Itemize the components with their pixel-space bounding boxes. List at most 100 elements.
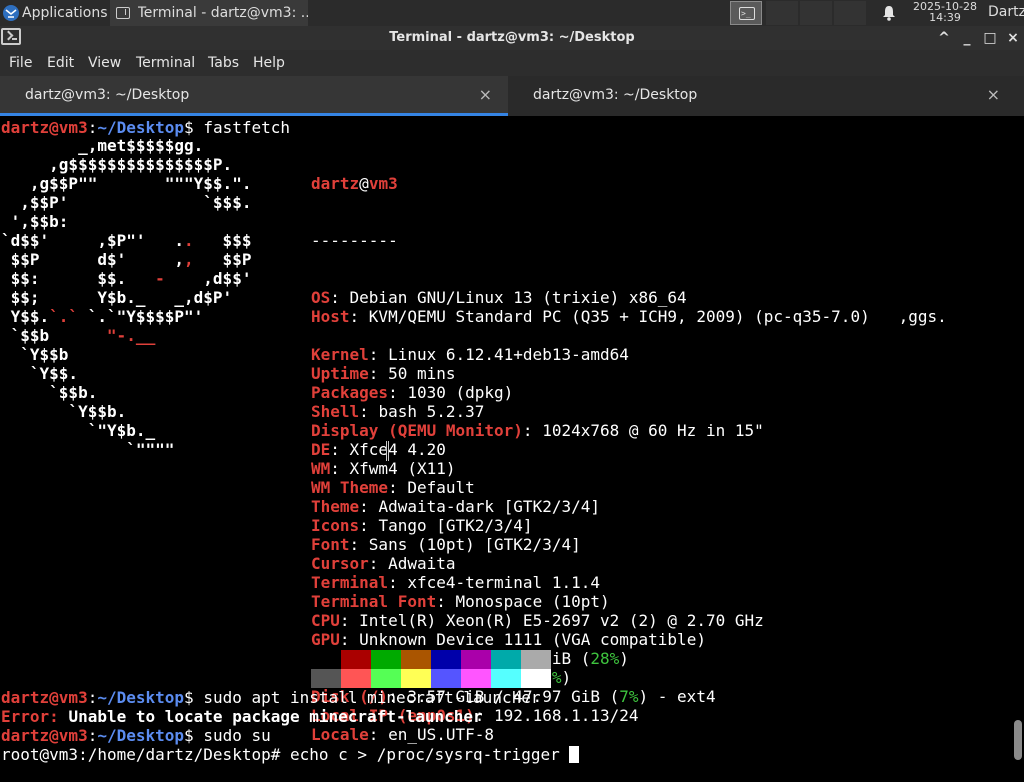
info-row: WM Theme: Default xyxy=(311,478,475,497)
info-value: xfce4-terminal 1.1.4 xyxy=(407,573,600,592)
user-menu[interactable]: Dartz xyxy=(988,4,1024,20)
info-key: Packages xyxy=(311,383,389,402)
info-separator: --------- xyxy=(311,231,398,250)
info-row: Packages: 1030 (dpkg) xyxy=(311,383,514,402)
info-percent: 28% xyxy=(590,649,620,668)
info-key: Host xyxy=(311,307,350,326)
info-key: CPU xyxy=(311,611,340,630)
info-value: Xfce4 4.20 xyxy=(349,440,446,459)
palette-swatch xyxy=(311,650,341,669)
notification-bell-icon[interactable] xyxy=(880,4,898,22)
prompt-line: dartz@vm3:~/Desktop$ sudo apt install mi… xyxy=(1,688,541,707)
logo-line: `d$$' ,$P"' . $$$ xyxy=(1,231,252,250)
info-key: WM Theme xyxy=(311,478,389,497)
taskbar-terminal-button[interactable]: Terminal - dartz@vm3: ... xyxy=(110,0,308,26)
logo-line: `$$b. xyxy=(1,383,98,402)
info-row: Kernel: Linux 6.12.41+deb13-amd64 xyxy=(311,345,629,364)
info-value: Unknown Device 1111 (VGA compatible) xyxy=(359,630,706,649)
scrollbar-thumb[interactable] xyxy=(1014,720,1022,760)
taskbar-terminal-label: Terminal - dartz@vm3: ... xyxy=(137,5,308,21)
logo-accent: - xyxy=(155,269,165,288)
menu-edit[interactable]: Edit xyxy=(47,55,74,71)
workspace-2[interactable] xyxy=(766,1,798,25)
workspace-4[interactable] xyxy=(834,1,866,25)
applications-menu[interactable]: Applications xyxy=(0,0,108,26)
logo-line: ,g$$P"" """Y$$.". xyxy=(1,174,252,193)
info-value: bash 5.2.37 xyxy=(378,402,485,421)
info-row: CPU: Intel(R) Xeon(R) E5-2697 v2 (2) @ 2… xyxy=(311,611,764,630)
clock[interactable]: 2025-10-28 14:39 xyxy=(908,1,982,23)
info-value: Adwaita-dark [GTK2/3/4] xyxy=(378,497,600,516)
menu-bar: File Edit View Terminal Tabs Help xyxy=(0,50,1024,76)
workspace-3[interactable] xyxy=(800,1,832,25)
menu-terminal[interactable]: Terminal xyxy=(136,55,195,71)
logo-accent: "-.__ xyxy=(106,326,156,345)
info-row: Font: Sans (10pt) [GTK2/3/4] xyxy=(311,535,581,554)
menu-tabs[interactable]: Tabs xyxy=(208,55,239,71)
palette-swatch xyxy=(311,669,341,688)
palette-swatch xyxy=(461,650,491,669)
window-titlebar[interactable]: Terminal - dartz@vm3: ~/Desktop ^ _ □ × xyxy=(0,26,1024,50)
logo-line: ',$$b: xyxy=(1,212,69,231)
info-row: DE: Xfce4 4.20 xyxy=(311,440,446,459)
info-row: OS: Debian GNU/Linux 13 (trixie) x86_64 xyxy=(311,288,687,307)
clock-time: 14:39 xyxy=(929,11,961,24)
text-cursor xyxy=(569,746,580,763)
logo-line: $$: $$. - ,d$$' xyxy=(1,269,252,288)
palette-swatch xyxy=(491,669,521,688)
debian-ascii-logo: _,met$$$$$gg. ,g$$$$$$$$$$$$$$$P. ,g$$P"… xyxy=(1,136,251,459)
workspace-1[interactable]: >_ xyxy=(730,1,762,25)
info-row: Host: KVM/QEMU Standard PC (Q35 + ICH9, … xyxy=(311,307,947,326)
info-key: Icons xyxy=(311,516,360,535)
menu-help[interactable]: Help xyxy=(253,55,285,71)
palette-swatch xyxy=(461,669,491,688)
tab-close-icon[interactable]: × xyxy=(987,85,1000,104)
info-value: 50 mins xyxy=(388,364,456,383)
menu-file[interactable]: File xyxy=(9,55,32,71)
info-row xyxy=(311,326,947,345)
tab-close-icon[interactable]: × xyxy=(479,85,492,104)
palette-swatch xyxy=(401,669,431,688)
info-row: Locale: en_US.UTF-8 xyxy=(311,725,495,744)
tab-2[interactable]: dartz@vm3: ~/Desktop × xyxy=(508,76,1016,116)
info-value: 192.168.1.13/24 xyxy=(494,706,639,725)
info-row: Icons: Tango [GTK2/3/4] xyxy=(311,516,533,535)
top-panel: Applications Terminal - dartz@vm3: ... >… xyxy=(0,0,1024,26)
info-tail: ) xyxy=(619,649,629,668)
info-key: DE xyxy=(311,440,331,459)
close-button[interactable]: × xyxy=(1003,28,1023,48)
applications-label: Applications xyxy=(22,5,108,21)
minimize-button[interactable]: _ xyxy=(957,28,977,48)
root-prompt-line: root@vm3:/home/dartz/Desktop# echo c > /… xyxy=(1,745,580,764)
tab-1[interactable]: dartz@vm3: ~/Desktop × xyxy=(0,76,508,116)
logo-line: ,$$P' `$$$. xyxy=(1,193,252,212)
info-key: Cursor xyxy=(311,554,369,573)
info-key: Locale xyxy=(311,725,369,744)
logo-line: `"""" xyxy=(1,440,175,459)
palette-swatch xyxy=(521,650,551,669)
info-value: Tango [GTK2/3/4] xyxy=(378,516,533,535)
info-row: Display (QEMU Monitor): 1024x768 @ 60 Hz… xyxy=(311,421,764,440)
palette-swatch xyxy=(371,650,401,669)
logo-accent: . xyxy=(183,231,194,250)
terminal-icon: >_ xyxy=(739,7,755,20)
info-value: Debian GNU/Linux 13 (trixie) x86_64 xyxy=(349,288,687,307)
info-key: Shell xyxy=(311,402,360,421)
logo-line: ,g$$$$$$$$$$$$$$$P. xyxy=(1,155,233,174)
logo-line: `Y$$b. xyxy=(1,402,127,421)
info-key: Theme xyxy=(311,497,360,516)
info-value: Intel(R) Xeon(R) E5-2697 v2 (2) @ 2.70 G… xyxy=(359,611,764,630)
terminal-output[interactable]: dartz@vm3:~/Desktop$ fastfetch _,met$$$$… xyxy=(0,116,1024,768)
palette-swatch xyxy=(491,650,521,669)
mouse-ibeam-cursor-icon xyxy=(386,441,389,461)
menu-view[interactable]: View xyxy=(88,55,121,71)
xfce-logo-icon xyxy=(3,5,19,21)
logo-line: Y$$. `.`"Y$$$$P"' xyxy=(1,307,204,326)
info-key: OS xyxy=(311,288,331,307)
palette-swatch xyxy=(341,650,371,669)
info-key: WM xyxy=(311,459,331,478)
roll-up-button[interactable]: ^ xyxy=(934,28,954,48)
maximize-button[interactable]: □ xyxy=(980,28,1000,48)
info-tail: ) xyxy=(561,668,572,687)
info-row: Cursor: Adwaita xyxy=(311,554,456,573)
